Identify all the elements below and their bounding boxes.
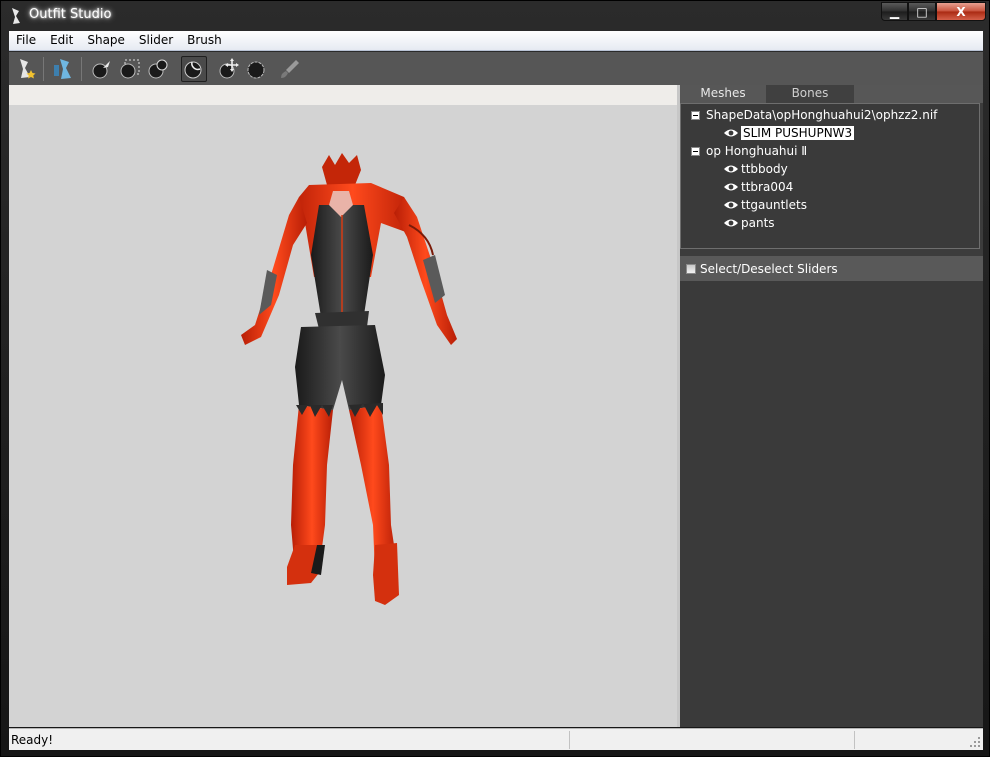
- tree-item-label: SLIM PUSHUPNW3: [741, 126, 855, 140]
- new-project-icon[interactable]: [13, 56, 39, 82]
- tab-bones[interactable]: Bones: [766, 85, 854, 103]
- inflate-brush-icon[interactable]: [145, 56, 171, 82]
- collapse-icon[interactable]: [691, 110, 700, 120]
- menu-brush[interactable]: Brush: [180, 31, 229, 51]
- status-bar: Ready!: [9, 728, 983, 750]
- menu-file[interactable]: File: [9, 31, 43, 51]
- tree-item-ttbra004[interactable]: ttbra004: [723, 178, 793, 196]
- tab-meshes[interactable]: Meshes: [680, 85, 766, 103]
- status-text: Ready!: [11, 733, 54, 747]
- panel-tabs: Meshes Bones: [680, 85, 983, 103]
- select-sliders-checkbox[interactable]: [686, 263, 696, 274]
- select-brush-icon[interactable]: [89, 56, 115, 82]
- load-reference-icon[interactable]: [50, 56, 76, 82]
- title-bar[interactable]: Outfit Studio ▁ □ X: [1, 1, 990, 31]
- eye-icon[interactable]: [723, 200, 739, 210]
- eye-icon[interactable]: [723, 128, 739, 138]
- app-window: Outfit Studio ▁ □ X File Edit Shape Slid…: [0, 0, 990, 757]
- mask-brush-icon[interactable]: [117, 56, 143, 82]
- slider-list: [680, 281, 983, 727]
- tree-item-pants[interactable]: pants: [723, 214, 775, 232]
- minimize-icon: ▁: [889, 4, 900, 19]
- move-brush-icon[interactable]: [215, 56, 241, 82]
- tree-group-outfit[interactable]: op Honghuahui Ⅱ: [691, 142, 807, 160]
- toolbar-separator: [81, 57, 82, 81]
- window-controls: ▁ □ X: [881, 2, 986, 21]
- close-icon: X: [956, 4, 966, 19]
- status-divider: [569, 731, 570, 749]
- menu-slider[interactable]: Slider: [132, 31, 180, 51]
- deflate-brush-icon[interactable]: [181, 56, 207, 82]
- slider-header: Select/Deselect Sliders: [680, 256, 983, 281]
- maximize-button[interactable]: □: [908, 2, 936, 21]
- window-title: Outfit Studio: [29, 7, 112, 22]
- right-panel: Meshes Bones ShapeData\opHonghuahui2\oph…: [680, 85, 983, 727]
- minimize-button[interactable]: ▁: [881, 2, 908, 21]
- select-sliders-label[interactable]: Select/Deselect Sliders: [700, 262, 838, 276]
- 3d-viewport[interactable]: [9, 105, 677, 727]
- tree-item-ttbbody[interactable]: ttbbody: [723, 160, 788, 178]
- close-button[interactable]: X: [936, 2, 986, 21]
- eye-icon[interactable]: [723, 218, 739, 228]
- status-divider: [854, 731, 855, 749]
- maximize-icon: □: [916, 4, 928, 19]
- tree-item-label: ttbbody: [741, 162, 788, 176]
- eye-icon[interactable]: [723, 164, 739, 174]
- menu-edit[interactable]: Edit: [43, 31, 80, 51]
- tree-item-label: ttgauntlets: [741, 198, 807, 212]
- eye-icon[interactable]: [723, 182, 739, 192]
- menu-bar: File Edit Shape Slider Brush: [9, 31, 983, 51]
- outfit-model: [241, 153, 457, 605]
- tree-group-label: op Honghuahui Ⅱ: [706, 144, 808, 158]
- smooth-brush-icon[interactable]: [243, 56, 269, 82]
- app-logo-icon: [12, 8, 20, 24]
- resize-grip-icon[interactable]: [969, 736, 981, 748]
- mesh-tree: ShapeData\opHonghuahui2\ophzz2.nif SLIM …: [680, 103, 980, 249]
- tree-item-ttgauntlets[interactable]: ttgauntlets: [723, 196, 807, 214]
- collapse-icon[interactable]: [691, 146, 700, 156]
- menu-shape[interactable]: Shape: [80, 31, 132, 51]
- tree-group-label: ShapeData\opHonghuahui2\ophzz2.nif: [706, 108, 938, 122]
- tree-item-slim-pushupnw3[interactable]: SLIM PUSHUPNW3: [723, 124, 855, 142]
- viewport-header: [9, 85, 677, 105]
- weight-brush-icon[interactable]: [277, 56, 303, 82]
- toolbar: [9, 52, 983, 85]
- toolbar-separator: [43, 57, 44, 81]
- tree-item-label: ttbra004: [741, 180, 794, 194]
- tree-item-label: pants: [741, 216, 775, 230]
- tree-group-nif[interactable]: ShapeData\opHonghuahui2\ophzz2.nif: [691, 106, 937, 124]
